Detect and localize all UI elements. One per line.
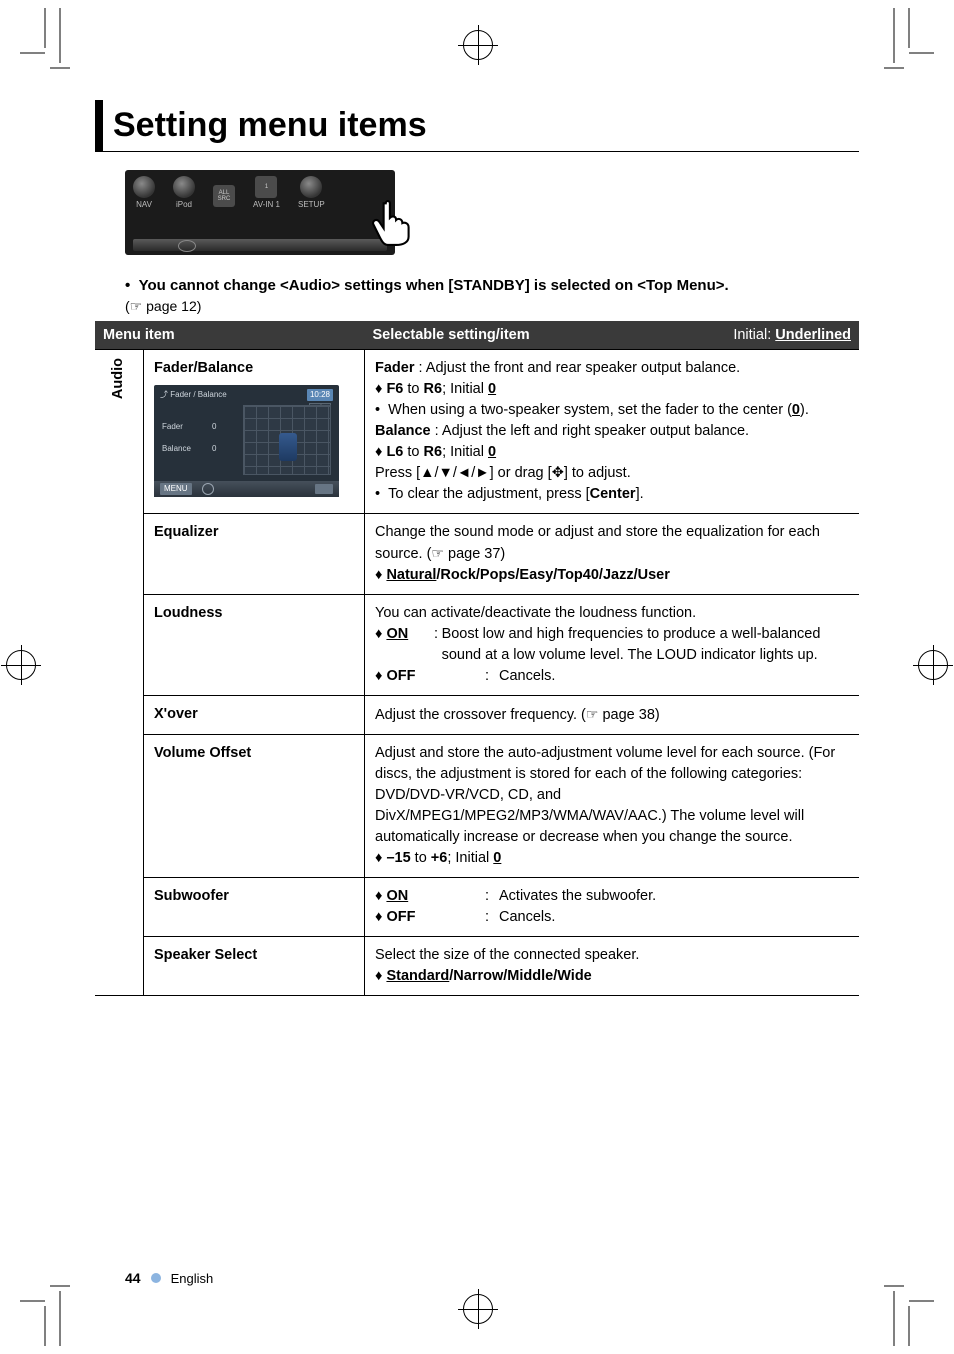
- setting-subwoofer: ON:Activates the subwoofer. OFF:Cancels.: [365, 878, 860, 937]
- setting-xover: Adjust the crossover frequency. (☞ page …: [365, 696, 860, 735]
- setting-volume-offset: Adjust and store the auto-adjustment vol…: [365, 735, 860, 878]
- category-audio: Audio: [95, 350, 144, 996]
- item-fader-balance: Fader/Balance ⤴ Fader / Balance 10:28 N/…: [144, 350, 365, 514]
- table-row: Volume Offset Adjust and store the auto-…: [95, 735, 859, 878]
- table-row: Subwoofer ON:Activates the subwoofer. OF…: [95, 878, 859, 937]
- registration-mark-bottom: [463, 1294, 493, 1324]
- pointer-icon: ☞: [130, 298, 143, 314]
- allsrc-icon: ALL SRC: [213, 185, 235, 209]
- standby-note-ref: (☞ page 12): [125, 298, 859, 315]
- setting-equalizer: Change the sound mode or adjust and stor…: [365, 514, 860, 595]
- setting-loudness: You can activate/deactivate the loudness…: [365, 595, 860, 696]
- col-initial: Initial: Underlined: [639, 321, 859, 350]
- setting-fader-balance: Fader : Adjust the front and rear speake…: [365, 350, 860, 514]
- item-loudness: Loudness: [144, 595, 365, 696]
- registration-mark-top: [463, 30, 493, 60]
- footer-language: English: [171, 1271, 214, 1286]
- col-selectable: Selectable setting/item: [365, 321, 640, 350]
- car-icon: [279, 433, 297, 461]
- col-menu-item: Menu item: [95, 321, 365, 350]
- fader-balance-screenshot: ⤴ Fader / Balance 10:28 N/A Fader 0 Bala…: [154, 385, 339, 497]
- item-equalizer: Equalizer: [144, 514, 365, 595]
- table-row: Audio Fader/Balance ⤴ Fader / Balance 10…: [95, 350, 859, 514]
- item-xover: X'over: [144, 696, 365, 735]
- cropmark-bottom-right: [884, 1276, 934, 1346]
- cropmark-top-right: [884, 8, 934, 78]
- standby-note: • You cannot change <Audio> settings whe…: [125, 277, 859, 294]
- ipod-icon: iPod: [173, 176, 195, 209]
- table-row: Loudness You can activate/deactivate the…: [95, 595, 859, 696]
- nav-icon: NAV: [133, 176, 155, 209]
- registration-mark-right: [918, 650, 948, 680]
- page-title: Setting menu items: [95, 100, 859, 152]
- settings-table: Menu item Selectable setting/item Initia…: [95, 321, 859, 996]
- footer-dot-icon: [151, 1273, 161, 1283]
- item-speaker-select: Speaker Select: [144, 937, 365, 996]
- pointing-hand-icon: [367, 195, 419, 247]
- item-volume-offset: Volume Offset: [144, 735, 365, 878]
- item-subwoofer: Subwoofer: [144, 878, 365, 937]
- avin-icon: 1AV-IN 1: [253, 176, 280, 209]
- cropmark-bottom-left: [20, 1276, 70, 1346]
- setting-speaker-select: Select the size of the connected speaker…: [365, 937, 860, 996]
- pointer-icon: ☞: [586, 706, 599, 722]
- pointer-icon: ☞: [431, 545, 444, 561]
- page-number: 44: [125, 1270, 141, 1286]
- menu-button: MENU: [160, 483, 192, 495]
- standby-note-text: You cannot change <Audio> settings when …: [139, 277, 729, 294]
- page: Setting menu items NAV iPod ALL SRC 1AV-…: [0, 0, 954, 1354]
- cropmark-top-left: [20, 8, 70, 78]
- table-row: Speaker Select Select the size of the co…: [95, 937, 859, 996]
- return-icon: [315, 484, 333, 494]
- table-row: Equalizer Change the sound mode or adjus…: [95, 514, 859, 595]
- table-row: X'over Adjust the crossover frequency. (…: [95, 696, 859, 735]
- clock-label: 10:28: [307, 389, 333, 401]
- device-illustration: NAV iPod ALL SRC 1AV-IN 1 SETUP: [125, 170, 395, 255]
- registration-mark-left: [6, 650, 36, 680]
- setup-icon: SETUP: [298, 176, 325, 209]
- page-footer: 44 English: [125, 1270, 213, 1286]
